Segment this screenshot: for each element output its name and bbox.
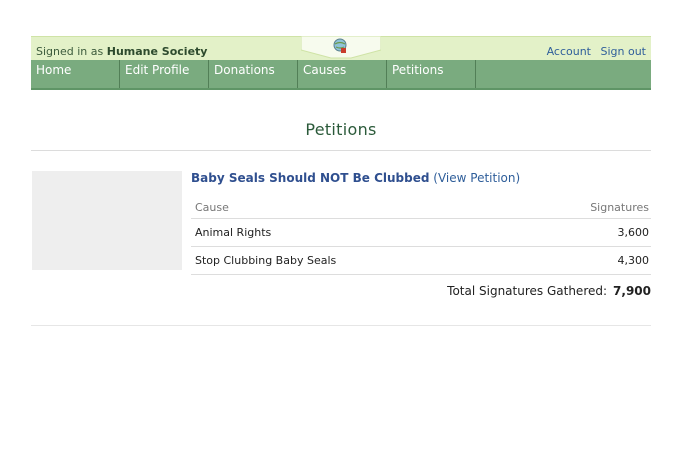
petition-title[interactable]: Baby Seals Should NOT Be Clubbed xyxy=(191,171,429,185)
nav-edit-profile[interactable]: Edit Profile xyxy=(120,60,209,88)
top-bar: Signed in as Humane Society Account Sign… xyxy=(31,36,651,61)
divider xyxy=(31,325,651,326)
app-frame: Signed in as Humane Society Account Sign… xyxy=(31,36,651,326)
total-signatures: Total Signatures Gathered: 7,900 xyxy=(447,284,651,298)
cause-cell: Stop Clubbing Baby Seals xyxy=(191,246,511,275)
nav-donations[interactable]: Donations xyxy=(209,60,298,88)
signed-in-user: Humane Society xyxy=(106,45,208,58)
main-nav: Home Edit Profile Donations Causes Petit… xyxy=(31,60,651,90)
signed-in-status: Signed in as Humane Society xyxy=(36,45,207,58)
table-header-row: Cause Signatures xyxy=(191,197,651,219)
total-label: Total Signatures Gathered: xyxy=(447,284,608,298)
col-cause: Cause xyxy=(191,197,511,219)
account-link[interactable]: Account xyxy=(547,45,591,58)
nav-causes[interactable]: Causes xyxy=(298,60,387,88)
signatures-cell: 4,300 xyxy=(510,246,651,275)
total-value: 7,900 xyxy=(613,284,651,298)
col-signatures: Signatures xyxy=(510,197,651,219)
nav-petitions[interactable]: Petitions xyxy=(387,60,476,88)
view-petition-link[interactable]: (View Petition) xyxy=(433,171,520,185)
petition-heading: Baby Seals Should NOT Be Clubbed (View P… xyxy=(191,171,520,185)
cause-cell: Animal Rights xyxy=(191,218,511,247)
nav-home[interactable]: Home xyxy=(31,60,120,88)
signatures-table: Cause Signatures Animal Rights 3,600 Sto… xyxy=(191,197,651,275)
divider xyxy=(31,150,651,151)
page-title: Petitions xyxy=(305,120,377,139)
petition-image-placeholder xyxy=(32,171,182,270)
signatures-cell: 3,600 xyxy=(510,218,651,247)
sign-out-link[interactable]: Sign out xyxy=(600,45,646,58)
signed-in-prefix: Signed in as xyxy=(36,45,104,58)
globe-icon xyxy=(333,38,347,53)
table-row: Stop Clubbing Baby Seals 4,300 xyxy=(191,246,651,275)
account-links: Account Sign out xyxy=(541,45,646,58)
table-row: Animal Rights 3,600 xyxy=(191,218,651,247)
